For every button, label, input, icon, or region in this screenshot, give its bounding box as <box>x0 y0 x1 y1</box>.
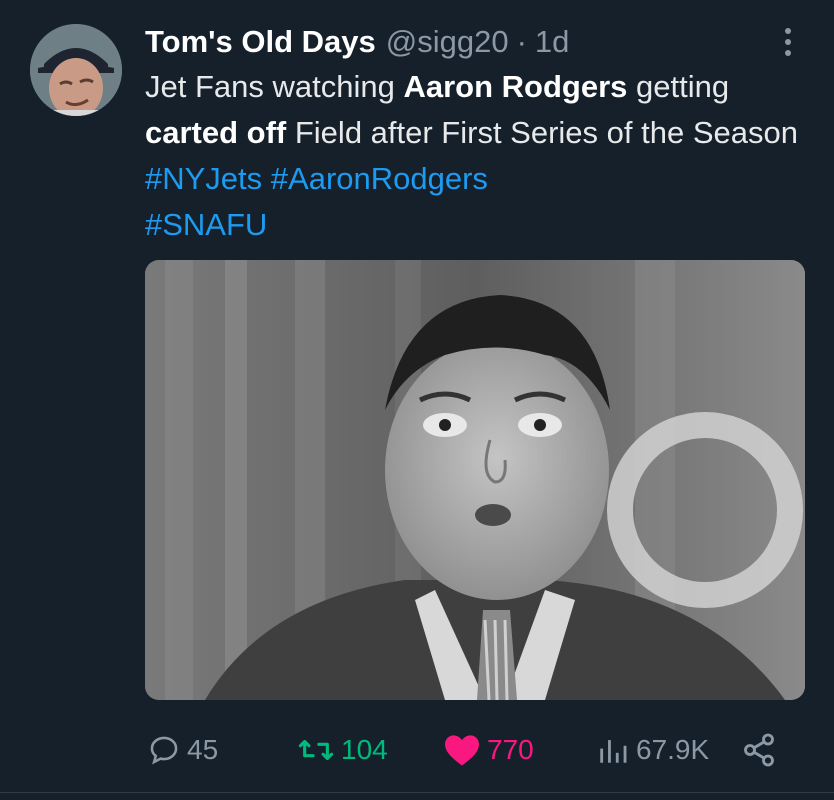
mention-text: Aaron Rodgers <box>403 69 628 104</box>
author-name[interactable]: Tom's Old Days <box>145 24 376 60</box>
emphasis-text: carted off <box>145 115 287 150</box>
text-part <box>262 161 271 196</box>
hashtag-snafu[interactable]: #SNAFU <box>145 207 267 242</box>
text-part: Jet Fans watching <box>145 69 404 104</box>
share-button[interactable] <box>741 725 777 775</box>
retweet-button[interactable]: 104 <box>297 725 388 775</box>
tweet-text: Jet Fans watching Aaron Rodgers getting … <box>145 64 815 248</box>
reply-icon <box>150 736 178 765</box>
divider <box>0 792 834 793</box>
author-handle[interactable]: @sigg20 <box>386 24 509 60</box>
text-part: Field after First Series of the Season <box>286 115 798 150</box>
tweet-media[interactable] <box>145 260 805 700</box>
retweet-count: 104 <box>341 734 388 765</box>
like-count: 770 <box>487 734 534 765</box>
hashtag-aaronrodgers[interactable]: #AaronRodgers <box>271 161 488 196</box>
tweet-actions: 45 104 770 67.9K <box>145 725 805 775</box>
reply-count: 45 <box>187 734 219 765</box>
separator-dot: · <box>516 24 527 59</box>
views-count: 67.9K <box>636 734 710 765</box>
hashtag-nyjets[interactable]: #NYJets <box>145 161 262 196</box>
reply-button[interactable]: 45 <box>147 725 218 775</box>
heart-icon <box>445 735 479 766</box>
text-part: getting <box>627 69 730 104</box>
avatar-image <box>30 24 122 116</box>
media-image <box>145 260 805 700</box>
share-icon <box>744 733 774 767</box>
tweet-time[interactable]: 1d <box>535 24 569 60</box>
views-icon <box>600 740 627 763</box>
more-icon[interactable] <box>776 22 800 62</box>
views-button[interactable]: 67.9K <box>596 725 709 775</box>
retweet-icon <box>298 739 334 761</box>
author-avatar[interactable] <box>30 24 122 116</box>
tweet-header: Tom's Old Days @sigg20 · 1d <box>145 22 804 62</box>
like-button[interactable]: 770 <box>443 725 534 775</box>
